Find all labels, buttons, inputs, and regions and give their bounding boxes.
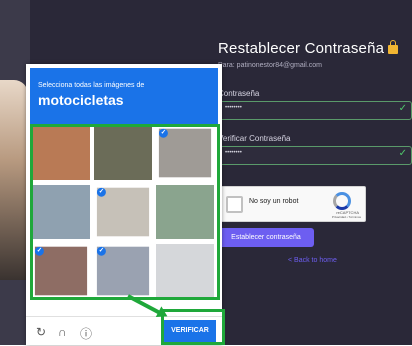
recaptcha-checkbox[interactable] [226, 196, 243, 213]
info-icon[interactable]: ⓘ [80, 325, 92, 342]
headphones-icon[interactable]: ∩ [58, 325, 67, 339]
page-title-text: Restablecer Contraseña [218, 40, 385, 57]
person-photo [0, 80, 28, 280]
recaptcha-widget: No soy un robot reCAPTCHA Privacidad • T… [218, 186, 366, 222]
lock-icon [388, 40, 399, 54]
verify-password-field[interactable]: •••••••• ✓ [218, 146, 412, 165]
password-field[interactable]: •••••••• ✓ [218, 101, 412, 120]
captcha-header: Selecciona todas las imágenes de motocic… [30, 68, 218, 124]
captcha-target: motocicletas [38, 92, 124, 108]
verify-password-label: Verificar Contraseña [218, 134, 291, 143]
page-subtitle: Para: patinonestor84@gmail.com [218, 62, 322, 69]
check-icon: ✓ [398, 148, 407, 159]
recaptcha-logo-icon [333, 192, 351, 210]
recaptcha-links[interactable]: Privacidad • Términos [332, 215, 361, 219]
recaptcha-label: No soy un robot [249, 198, 299, 205]
reload-icon[interactable]: ↻ [36, 325, 46, 339]
password-label: Contraseña [218, 89, 260, 98]
page-title: Restablecer Contraseña [218, 40, 399, 57]
password-value: •••••••• [225, 105, 242, 111]
verify-password-value: •••••••• [225, 150, 242, 156]
back-to-home-link[interactable]: < Back to home [288, 257, 337, 264]
captcha-instruction: Selecciona todas las imágenes de [38, 82, 145, 89]
highlight-grid-box [30, 124, 220, 300]
check-icon: ✓ [398, 103, 407, 114]
highlight-verify-box [161, 309, 225, 345]
set-password-button[interactable]: Establecer contraseña [218, 228, 314, 247]
